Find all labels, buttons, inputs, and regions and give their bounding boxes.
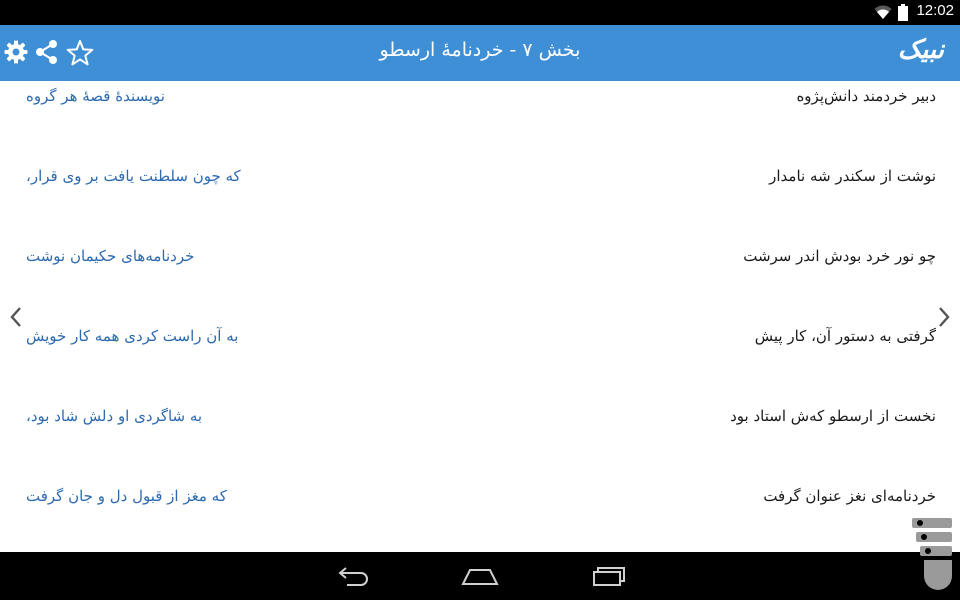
- home-icon[interactable]: [460, 564, 500, 588]
- system-nav-bar: [0, 518, 960, 600]
- verse-row: نوشت از سکندر شه نامدار که چون سلطنت یاف…: [0, 167, 960, 207]
- verse-second-hemistich: به آن راست کردی همه کار خویش: [26, 327, 239, 345]
- verse-second-hemistich: به شاگردی او دلش شاد بود،: [26, 407, 203, 425]
- verse-row: دبیر خردمند دانش‌پژوه نویسندهٔ قصهٔ هر گ…: [0, 87, 960, 127]
- verse-first-hemistich: خردنامه‌ای نغز عنوان گرفت: [763, 487, 936, 505]
- chevron-right-icon[interactable]: [936, 304, 952, 330]
- app-logo[interactable]: نبیک: [898, 35, 944, 65]
- battery-icon: [898, 4, 908, 25]
- verse-second-hemistich: که مغز از قبول دل و جان گرفت: [26, 487, 227, 505]
- verse-second-hemistich: نویسندهٔ قصهٔ هر گروه: [26, 87, 165, 105]
- store-logo: [906, 514, 958, 600]
- back-icon[interactable]: [333, 564, 373, 588]
- wifi-icon: [874, 4, 892, 24]
- verse-first-hemistich: گرفتی به دستور آن، کار پیش: [754, 327, 936, 345]
- verse-first-hemistich: نخست از ارسطو که‌ش استاد بود: [730, 407, 936, 425]
- verse-first-hemistich: دبیر خردمند دانش‌پژوه: [796, 87, 936, 105]
- page-title: بخش ۷ - خردنامهٔ ارسطو: [379, 39, 581, 61]
- verse-first-hemistich: چو نور خرد بودش اندر سرشت: [743, 247, 936, 265]
- status-bar: 12:02: [0, 0, 960, 25]
- app-bar: بخش ۷ - خردنامهٔ ارسطو نبیک: [0, 25, 960, 81]
- poem-content: دبیر خردمند دانش‌پژوه نویسندهٔ قصهٔ هر گ…: [0, 81, 960, 552]
- verse-second-hemistich: که چون سلطنت یافت بر وی قرار،: [26, 167, 241, 185]
- verse-first-hemistich: نوشت از سکندر شه نامدار: [769, 167, 936, 185]
- recent-apps-icon[interactable]: [589, 564, 629, 588]
- status-clock: 12:02: [916, 2, 954, 19]
- verse-row: خردنامه‌ای نغز عنوان گرفت که مغز از قبول…: [0, 487, 960, 527]
- chevron-left-icon[interactable]: [8, 304, 24, 330]
- verse-row: نخست از ارسطو که‌ش استاد بود به شاگردی ا…: [0, 407, 960, 447]
- verse-row: گرفتی به دستور آن، کار پیش به آن راست کر…: [0, 327, 960, 367]
- verse-second-hemistich: خردنامه‌های حکیمان نوشت: [26, 247, 195, 265]
- verse-row: چو نور خرد بودش اندر سرشت خردنامه‌های حک…: [0, 247, 960, 287]
